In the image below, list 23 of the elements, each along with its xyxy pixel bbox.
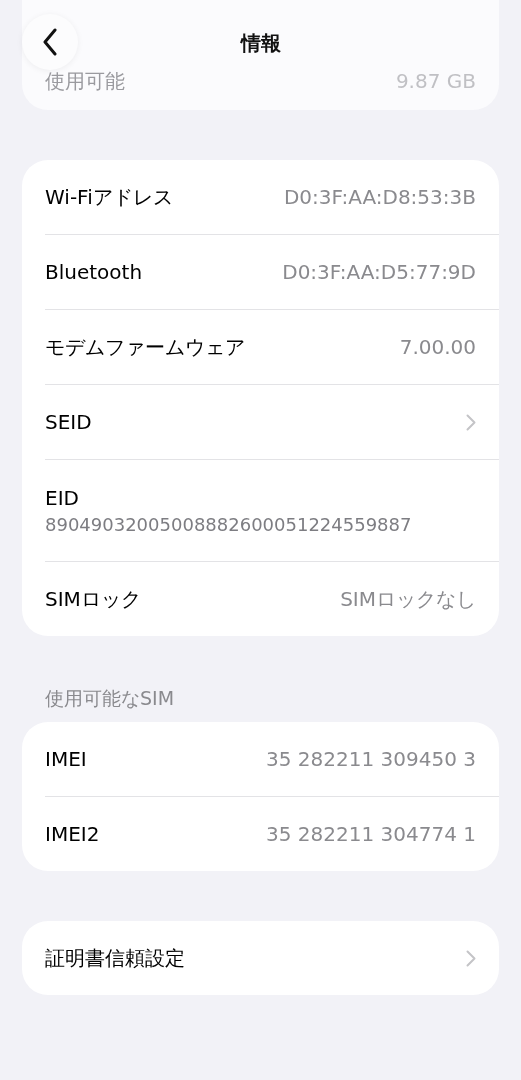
row-label[interactable]: 証明書信頼設定 (45, 944, 185, 972)
row-value: 89049032005008882600051224559887 (45, 514, 412, 535)
section-title: 使用可能なSIM (45, 686, 176, 711)
row-value: D0:3F:AA:D5:77:9D (282, 260, 476, 284)
row-value: 7.00.00 (399, 335, 476, 359)
page-title: 情報 (239, 30, 282, 57)
back-icon (42, 28, 58, 56)
row-label: Wi-Fiアドレス (45, 183, 173, 211)
row-value: 35 282211 304774 1 (266, 822, 476, 846)
row-value: D0:3F:AA:D8:53:3B (283, 185, 476, 209)
row-value: 9.87 GB (395, 69, 476, 93)
row-label: Bluetooth (45, 260, 143, 284)
row-label: SIMロック (45, 585, 141, 613)
row-value: SIMロックなし (340, 585, 476, 613)
row-label: 使用可能 (45, 67, 125, 95)
row-label: IMEI (45, 747, 87, 771)
chevron-right-icon (466, 413, 476, 431)
row-label: EID (45, 486, 79, 510)
row-label: モデムファームウェア (45, 333, 245, 361)
row-label[interactable]: SEID (45, 410, 92, 434)
chevron-right-icon (466, 949, 476, 967)
row-value: 35 282211 309450 3 (266, 747, 476, 771)
row-label: IMEI2 (45, 822, 100, 846)
